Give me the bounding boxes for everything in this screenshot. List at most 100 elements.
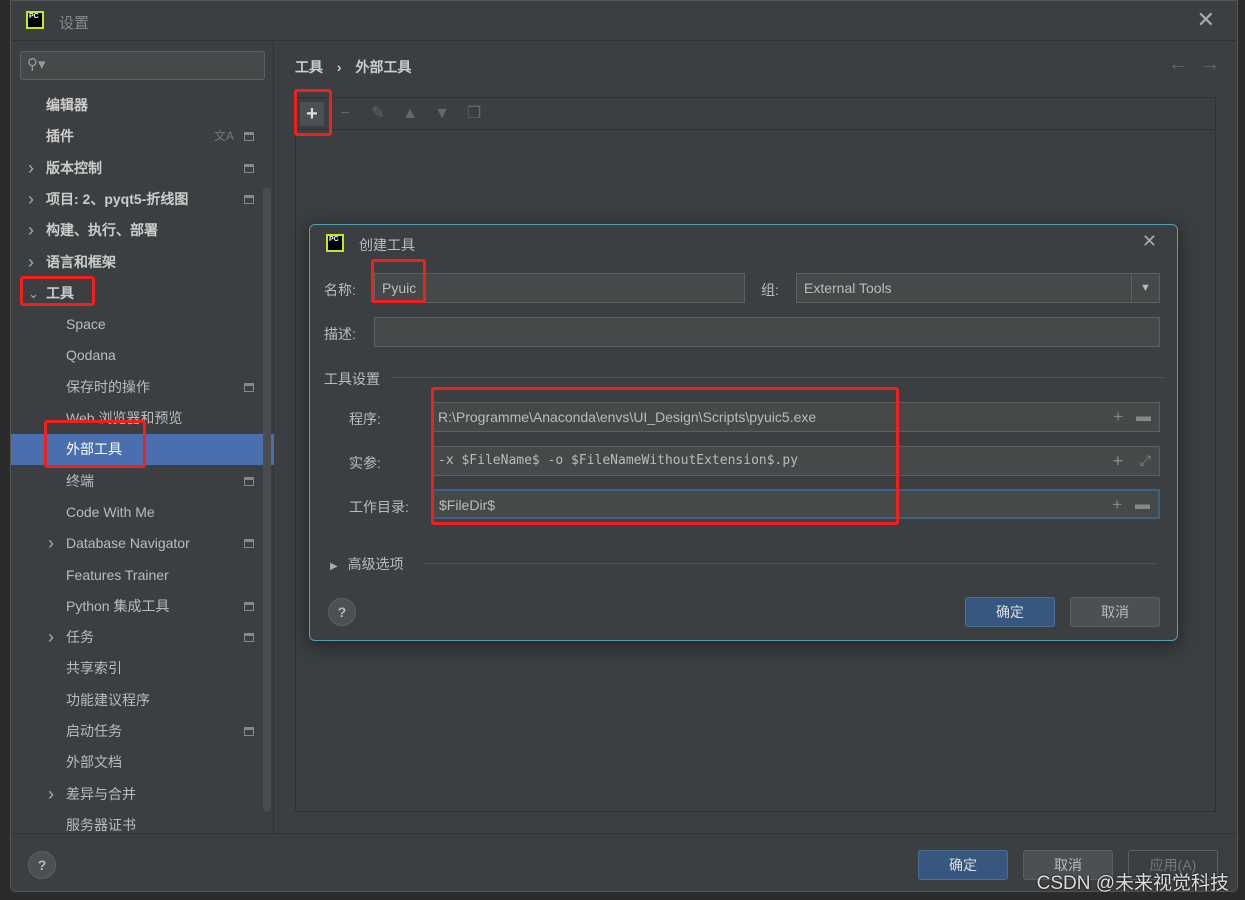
chevron-right-icon[interactable]: › bbox=[28, 153, 34, 184]
sidebar-item[interactable]: Qodana bbox=[11, 340, 274, 371]
sidebar-item-label: Database Navigator bbox=[66, 535, 190, 552]
help-button[interactable]: ? bbox=[328, 598, 356, 626]
annotation-box bbox=[371, 259, 426, 303]
project-level-icon bbox=[244, 476, 254, 486]
move-up-icon[interactable]: ▲ bbox=[398, 102, 422, 126]
sidebar-item[interactable]: 终端 bbox=[11, 466, 274, 497]
working-directory-label: 工作目录: bbox=[349, 499, 409, 515]
project-level-icon bbox=[244, 727, 254, 736]
chevron-down-icon[interactable]: ▼ bbox=[1131, 274, 1159, 302]
move-down-icon[interactable]: ▼ bbox=[430, 102, 454, 126]
group-value: External Tools bbox=[804, 280, 892, 296]
help-button[interactable]: ? bbox=[28, 851, 56, 879]
description-label: 描述: bbox=[324, 326, 356, 342]
search-input[interactable]: ⚲▾ bbox=[20, 51, 265, 80]
sidebar-item[interactable]: Python 集成工具 bbox=[11, 591, 274, 622]
sidebar-item-label: 外部文档 bbox=[66, 754, 122, 771]
dialog-ok-button[interactable]: 确定 bbox=[965, 597, 1055, 627]
advanced-divider bbox=[423, 563, 1156, 564]
annotation-box bbox=[431, 387, 899, 525]
remove-icon[interactable]: − bbox=[333, 102, 357, 126]
chevron-right-icon[interactable]: › bbox=[48, 622, 54, 653]
dialog-title: 创建工具 bbox=[359, 237, 415, 253]
sidebar-item[interactable]: › 差异与合并 bbox=[11, 779, 274, 810]
chevron-right-icon[interactable]: › bbox=[28, 184, 34, 215]
chevron-right-icon[interactable]: › bbox=[28, 215, 34, 246]
sidebar-item-label: 编辑器 bbox=[46, 97, 88, 113]
group-select[interactable]: External Tools ▼ bbox=[796, 273, 1160, 303]
ok-button[interactable]: 确定 bbox=[918, 850, 1008, 880]
dialog-cancel-button[interactable]: 取消 bbox=[1070, 597, 1160, 627]
sidebar-item-label: 保存时的操作 bbox=[66, 378, 150, 395]
sidebar-item-label: 插件 bbox=[46, 128, 74, 145]
sidebar-item[interactable]: 功能建议程序 bbox=[11, 685, 274, 716]
sidebar-item[interactable]: › Database Navigator bbox=[11, 528, 274, 559]
expand-icon[interactable]: ⤢ bbox=[1140, 447, 1151, 475]
group-label: 组: bbox=[761, 282, 779, 298]
project-level-icon bbox=[244, 539, 254, 549]
chevron-right-icon[interactable]: › bbox=[48, 779, 54, 810]
pycharm-logo-icon: PC bbox=[26, 11, 44, 29]
sidebar-item[interactable]: 保存时的操作 bbox=[11, 372, 274, 403]
sidebar-item-label: Qodana bbox=[66, 347, 116, 364]
breadcrumb: 工具 › 外部工具 bbox=[295, 57, 411, 77]
project-level-icon bbox=[244, 601, 254, 611]
annotation-box bbox=[294, 89, 332, 136]
sidebar-item-label: 构建、执行、部署 bbox=[46, 222, 158, 239]
forward-arrow-icon[interactable]: → bbox=[1200, 53, 1220, 76]
section-divider bbox=[392, 377, 1164, 378]
sidebar-item[interactable]: › 项目: 2、pyqt5-折线图 bbox=[11, 184, 274, 215]
sidebar-item-label: 项目: 2、pyqt5-折线图 bbox=[46, 190, 189, 207]
breadcrumb-current: 外部工具 bbox=[355, 59, 412, 75]
sidebar-item[interactable]: 外部文档 bbox=[11, 747, 274, 778]
project-level-icon bbox=[244, 163, 254, 173]
sidebar-item-label: Code With Me bbox=[66, 503, 155, 520]
project-level-icon bbox=[244, 382, 254, 392]
watermark: CSDN @未来视觉科技 bbox=[1036, 873, 1229, 894]
sidebar-item[interactable]: Space bbox=[11, 309, 274, 340]
close-icon[interactable]: ✕ bbox=[1142, 231, 1157, 252]
sidebar-item-label: Space bbox=[66, 316, 106, 333]
folder-icon[interactable]: ▬ bbox=[1136, 403, 1151, 431]
back-arrow-icon[interactable]: ← bbox=[1168, 53, 1188, 76]
sidebar-item[interactable]: 共享索引 bbox=[11, 653, 274, 684]
sidebar-item[interactable]: 插件 文A bbox=[11, 121, 274, 152]
folder-icon[interactable]: ▬ bbox=[1135, 491, 1150, 519]
edit-icon[interactable]: ✎ bbox=[366, 102, 390, 126]
chevron-right-icon[interactable]: › bbox=[28, 247, 34, 278]
sidebar-item-label: 版本控制 bbox=[46, 159, 102, 176]
triangle-right-icon: ▶ bbox=[330, 561, 338, 572]
project-level-icon bbox=[244, 194, 254, 204]
sidebar-item[interactable]: Features Trainer bbox=[11, 560, 274, 591]
breadcrumb-separator: › bbox=[336, 59, 342, 75]
sidebar-item[interactable]: 编辑器 bbox=[11, 90, 274, 121]
title-bar: PC 设置 ✕ bbox=[11, 1, 1237, 41]
insert-macro-icon[interactable]: + bbox=[1113, 403, 1123, 431]
sidebar-item[interactable]: 启动任务 bbox=[11, 716, 274, 747]
sidebar-item[interactable]: Code With Me bbox=[11, 497, 274, 528]
chevron-right-icon[interactable]: › bbox=[48, 528, 54, 559]
project-level-icon bbox=[244, 132, 254, 142]
sidebar-item[interactable]: › 构建、执行、部署 bbox=[11, 215, 274, 246]
sidebar-item[interactable]: › 任务 bbox=[11, 622, 274, 653]
advanced-options-toggle[interactable]: ▶ 高级选项 bbox=[330, 554, 404, 574]
sidebar-item-label: 功能建议程序 bbox=[66, 691, 150, 708]
sidebar-item[interactable]: › 版本控制 bbox=[11, 153, 274, 184]
annotation-box bbox=[44, 420, 146, 468]
breadcrumb-parent[interactable]: 工具 bbox=[295, 59, 323, 75]
sidebar-item-label: 任务 bbox=[66, 629, 94, 646]
program-label: 程序: bbox=[349, 411, 381, 427]
sidebar-item-label: 语言和框架 bbox=[46, 253, 116, 270]
sidebar-item[interactable]: › 语言和框架 bbox=[11, 247, 274, 278]
annotation-box bbox=[20, 276, 95, 306]
copy-icon[interactable]: ❐ bbox=[462, 102, 486, 126]
sidebar-item-label: 启动任务 bbox=[66, 723, 122, 739]
sidebar-scrollbar[interactable] bbox=[263, 187, 271, 812]
description-input[interactable] bbox=[374, 317, 1160, 347]
name-label: 名称: bbox=[324, 282, 356, 298]
insert-macro-icon[interactable]: + bbox=[1112, 491, 1122, 519]
insert-macro-icon[interactable]: + bbox=[1113, 447, 1123, 475]
translate-icon: 文A bbox=[214, 129, 235, 144]
close-icon[interactable]: ✕ bbox=[1197, 7, 1215, 33]
name-input[interactable]: Pyuic bbox=[374, 273, 745, 303]
